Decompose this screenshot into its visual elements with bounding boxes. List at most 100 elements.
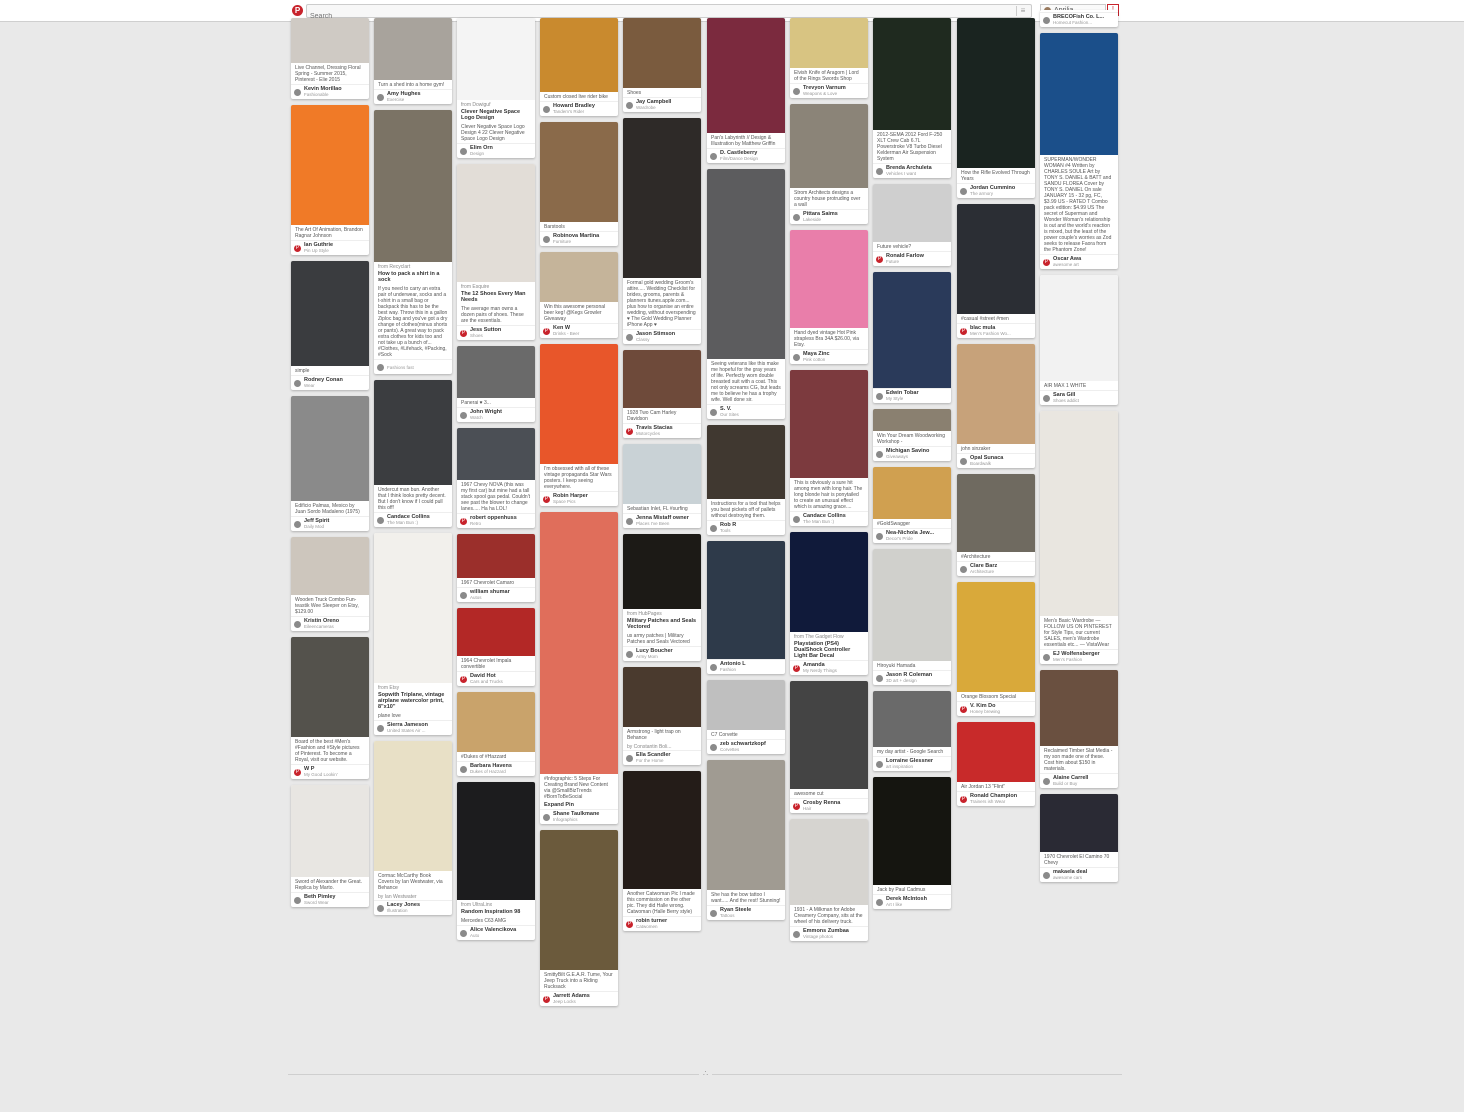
board-name[interactable]: Infographics xyxy=(553,817,599,822)
pin-image[interactable] xyxy=(1040,794,1118,852)
avatar[interactable] xyxy=(1043,777,1050,785)
board-name[interactable]: Vintage photos xyxy=(803,934,849,939)
pin-image[interactable] xyxy=(291,785,369,877)
board-name[interactable]: Weapons & Love xyxy=(803,91,846,96)
avatar[interactable] xyxy=(876,898,883,906)
pin-title[interactable]: Military Patches and Seals Vectored xyxy=(623,617,701,631)
board-name[interactable]: Watch xyxy=(470,415,502,420)
pin-card[interactable]: Win this awesome personal beer keg! @Keg… xyxy=(540,252,618,338)
board-name[interactable]: Fashions fast xyxy=(387,365,414,370)
board-name[interactable]: Shoes xyxy=(470,333,501,338)
pin-credit[interactable]: Sierra Jameson United States Air ... xyxy=(374,720,452,735)
pin-card[interactable]: 1967 Chevrolet Camaro william shumar Autos xyxy=(457,534,535,602)
board-name[interactable]: Motorcycles xyxy=(636,431,673,436)
board-name[interactable]: Architecture xyxy=(970,569,997,574)
pin-credit[interactable]: Michigan Savino Giveaways xyxy=(873,446,951,461)
pin-card[interactable]: BRECOFish Co. L... Homecut Fashion... xyxy=(1040,10,1118,27)
board-name[interactable]: Catwomen xyxy=(636,924,667,929)
avatar[interactable]: P xyxy=(626,427,633,435)
avatar[interactable]: P xyxy=(793,664,800,672)
avatar[interactable] xyxy=(543,235,550,243)
pin-card[interactable]: #GoldSwagger Nea-Nichola Jew... Decor's Pr… xyxy=(873,467,951,543)
pin-image[interactable] xyxy=(873,272,951,388)
pin-image[interactable] xyxy=(457,428,535,480)
board-name[interactable]: Fashion xyxy=(720,667,746,672)
pin-card[interactable]: Future vehicle? P Ronald Farlow Future xyxy=(873,184,951,266)
board-name[interactable]: Hair xyxy=(803,806,840,811)
pin-credit[interactable]: Jordan Cummino The armory xyxy=(957,183,1035,198)
pin-credit[interactable]: Pblac mula Men's Fashion Wo... xyxy=(957,323,1035,338)
pin-credit[interactable]: P Amanda My Nerdy Things xyxy=(790,660,868,675)
pin-card[interactable]: C7 Corvette zeb schwartzkopf Corvettes xyxy=(707,680,785,754)
pin-credit[interactable]: EJ Wolfensberger Men's Fashion xyxy=(1040,649,1118,664)
pin-credit[interactable]: Jay Campbell Wardrobe xyxy=(623,97,701,112)
pin-image[interactable] xyxy=(873,777,951,885)
pin-credit[interactable]: william shumar Autos xyxy=(457,587,535,602)
pin-credit[interactable]: Candace Collins The Man Bun :) xyxy=(790,511,868,526)
board-name[interactable]: Pin Up Style xyxy=(304,248,333,253)
pin-card[interactable]: Custom closed live rider bike Howard Brad… xyxy=(540,18,618,116)
pin-image[interactable] xyxy=(707,760,785,890)
pin-image[interactable] xyxy=(873,691,951,747)
board-name[interactable]: Daily Mod xyxy=(304,524,329,529)
board-name[interactable]: Eileencameras xyxy=(304,624,339,629)
pin-image[interactable] xyxy=(374,18,452,80)
pin-credit[interactable]: P Ken W Drinks - Beer xyxy=(540,323,618,338)
board-name[interactable]: Places I've Been xyxy=(636,521,689,526)
avatar[interactable] xyxy=(960,457,967,465)
avatar[interactable]: P xyxy=(543,327,550,335)
pin-source-link[interactable]: from UltraLinx xyxy=(457,900,535,908)
board-name[interactable]: Boardwalk xyxy=(970,461,1003,466)
pin-credit[interactable]: Jason R Coleman 3D art + design xyxy=(873,670,951,685)
avatar[interactable] xyxy=(710,524,717,532)
pin-credit[interactable]: Jeff Spirit Daily Mod xyxy=(291,516,369,531)
pin-image[interactable] xyxy=(707,541,785,659)
pin-credit[interactable]: Derek McIntosh Art I like xyxy=(873,894,951,909)
pin-card[interactable]: #Infographic: 5 Steps For Creating Brand… xyxy=(540,512,618,824)
board-name[interactable]: Classy xyxy=(636,337,675,342)
pin-source-link[interactable]: from Esquire xyxy=(457,282,535,290)
pin-card[interactable]: Antonio L Fashion xyxy=(707,541,785,674)
pin-card[interactable]: my day artist - Google Search Lorraine Gl… xyxy=(873,691,951,771)
pin-card[interactable]: Shoes Jay Campbell Wardrobe xyxy=(623,18,701,112)
pin-card[interactable]: Hiroyuki Hamada Jason R Coleman 3D art + d… xyxy=(873,549,951,685)
avatar[interactable] xyxy=(876,392,883,400)
avatar[interactable]: P xyxy=(626,920,633,928)
pin-card[interactable]: from Recyclart How to pack a shirt in a s… xyxy=(374,110,452,374)
pin-credit[interactable]: Rodney Conan Wear xyxy=(291,375,369,390)
pin-image[interactable] xyxy=(623,667,701,727)
pin-card[interactable]: Undercut man bun. Another that I think l… xyxy=(374,380,452,527)
avatar[interactable] xyxy=(1043,394,1050,402)
pin-image[interactable] xyxy=(540,512,618,774)
avatar[interactable] xyxy=(876,674,883,682)
pin-credit[interactable]: Howard Bradley Tandem's Rider xyxy=(540,101,618,116)
pin-card[interactable]: 1964 Chevrolet Impala convertible P David … xyxy=(457,608,535,686)
avatar[interactable] xyxy=(876,450,883,458)
pin-card[interactable]: Armstrong - light trap on Behance by Cons… xyxy=(623,667,701,765)
pin-image[interactable] xyxy=(790,819,868,905)
pin-image[interactable] xyxy=(790,681,868,789)
board-name[interactable]: The Man Bun :) xyxy=(387,520,430,525)
pin-credit[interactable]: Shane Taulkmane Infographics xyxy=(540,809,618,824)
pin-source-link[interactable]: from Recyclart xyxy=(374,262,452,270)
pin-image[interactable] xyxy=(1040,275,1118,381)
pin-image[interactable] xyxy=(291,396,369,501)
pin-image[interactable] xyxy=(457,346,535,398)
board-name[interactable]: Art I like xyxy=(886,902,927,907)
avatar[interactable] xyxy=(626,517,633,525)
pin-card[interactable]: from The Gadget Flow Playstation (PS4) Du… xyxy=(790,532,868,675)
pin-card[interactable]: Orange Blossom Special P V. Kim Do Honey br… xyxy=(957,582,1035,716)
board-name[interactable]: Jeep Locks xyxy=(553,999,590,1004)
pin-card[interactable]: 1970 Chevrolet El Camino 70 Chevy makaela… xyxy=(1040,794,1118,882)
pin-attribution[interactable]: by Constantin Boli... xyxy=(623,742,701,750)
pin-title[interactable]: Playstation (PS4) DualShock Controller L… xyxy=(790,640,868,660)
avatar[interactable] xyxy=(460,591,467,599)
board-name[interactable]: Illustration xyxy=(387,908,420,913)
pin-credit[interactable]: Ryan Steele Tattoos xyxy=(707,905,785,920)
pin-card[interactable]: john sinzaker Opal Sunaca Boardwalk xyxy=(957,344,1035,468)
board-name[interactable]: The armory xyxy=(970,191,1015,196)
pin-credit[interactable]: Elim Orn Design xyxy=(457,143,535,158)
pin-image[interactable] xyxy=(457,164,535,282)
pin-credit[interactable]: Sara Gill Shoes addict xyxy=(1040,390,1118,405)
pin-card[interactable]: 1967 Chevy NOVA (this was my first car) … xyxy=(457,428,535,528)
